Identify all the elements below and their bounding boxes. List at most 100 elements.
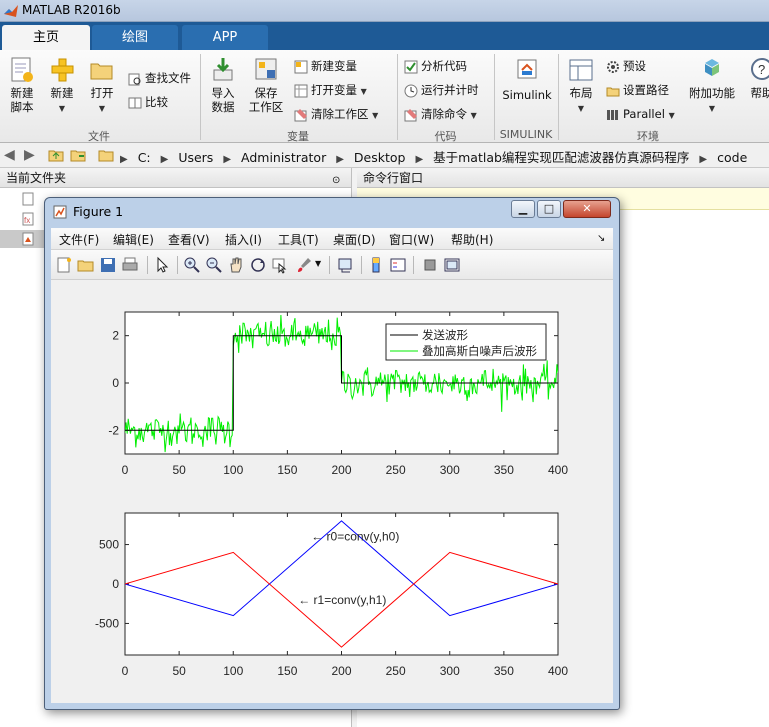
clear-commands-button[interactable]: 清除命令 ▼: [404, 104, 477, 124]
layout-button[interactable]: 布局 ▼: [564, 56, 598, 116]
zoom-out-icon[interactable]: [205, 256, 223, 274]
figure-window[interactable]: Figure 1 ▁ □ ✕ 文件(F) 编辑(E) 查看(V) 插入(I) 工…: [44, 197, 620, 710]
group-label-variable: 变量: [287, 130, 309, 143]
simulink-icon: [517, 59, 537, 79]
import-data-label: 导入 数据: [211, 86, 235, 114]
tab-plots[interactable]: 绘图: [92, 25, 178, 50]
breadcrumb-item[interactable]: Users: [178, 150, 213, 165]
m-file-icon: fx: [22, 212, 34, 226]
add-ons-label: 附加功能: [689, 86, 735, 100]
menu-insert[interactable]: 插入(I): [225, 231, 262, 248]
save-icon[interactable]: [99, 256, 117, 274]
zoom-in-icon[interactable]: [183, 256, 201, 274]
breadcrumb-item[interactable]: Desktop: [354, 150, 406, 165]
breadcrumb-item[interactable]: Administrator: [241, 150, 326, 165]
find-files-button[interactable]: 查找文件: [128, 68, 191, 88]
close-button[interactable]: ✕: [563, 200, 611, 218]
menu-view[interactable]: 查看(V): [168, 231, 210, 248]
help-button[interactable]: ? 帮助: [748, 56, 769, 100]
forward-arrow-icon[interactable]: ▶: [24, 147, 35, 163]
chevron-down-icon[interactable]: ▼: [315, 259, 321, 268]
layout-icon: [569, 59, 593, 81]
fig-file-icon: [22, 232, 34, 246]
new-figure-icon[interactable]: [55, 256, 73, 274]
add-ons-button[interactable]: 附加功能 ▼: [686, 56, 738, 116]
set-path-button[interactable]: 设置路径: [606, 80, 669, 100]
clear-workspace-button[interactable]: 清除工作区 ▼: [294, 104, 378, 124]
hide-plot-tools-icon[interactable]: [421, 256, 439, 274]
breadcrumb-separator-icon: ▶: [223, 154, 232, 165]
x-tick-label: 150: [277, 664, 297, 678]
open-variable-button[interactable]: 打开变量 ▼: [294, 80, 367, 100]
x-tick-label: 100: [223, 463, 243, 477]
colorbar-icon[interactable]: [367, 256, 385, 274]
print-icon[interactable]: [121, 256, 139, 274]
y-tick-label: 0: [112, 376, 119, 390]
tab-apps[interactable]: APP: [182, 25, 268, 50]
current-folder-header: 当前文件夹 ⊙: [0, 168, 351, 188]
back-arrow-icon[interactable]: ◀: [4, 147, 15, 163]
chevron-down-icon: ▼: [668, 111, 675, 120]
panel-menu-icon[interactable]: ⊙: [332, 171, 340, 191]
pointer-icon[interactable]: [153, 256, 171, 274]
gear-icon: [607, 60, 619, 73]
parallel-button[interactable]: Parallel ▼: [606, 104, 675, 124]
analyze-code-button[interactable]: 分析代码: [404, 56, 467, 76]
new-script-button[interactable]: 新建 脚本: [4, 56, 40, 114]
simulink-label: Simulink: [502, 88, 552, 102]
menu-tools[interactable]: 工具(T): [278, 231, 319, 248]
new-variable-button[interactable]: 新建变量: [294, 56, 357, 76]
rotate-3d-icon[interactable]: [249, 256, 267, 274]
compare-button[interactable]: 比较: [128, 92, 168, 112]
menu-file[interactable]: 文件(F): [59, 231, 99, 248]
plots-svg: 0 50 100 150 200 250 300 350 400 -2 0 2 发送波形叠加高斯白噪声后…: [95, 311, 568, 678]
tab-home[interactable]: 主页: [2, 25, 90, 50]
open-button[interactable]: 打开 ▼: [86, 56, 118, 116]
minimize-button[interactable]: ▁: [511, 200, 535, 218]
menu-desktop[interactable]: 桌面(D): [333, 231, 376, 248]
breadcrumb-item[interactable]: C:: [138, 150, 151, 165]
new-script-label: 新建 脚本: [10, 86, 34, 114]
clear-commands-label: 清除命令: [421, 107, 467, 121]
up-folder-icon[interactable]: [48, 148, 64, 162]
legend-icon[interactable]: [389, 256, 407, 274]
y-tick-label: 0: [112, 577, 119, 591]
link-plot-icon[interactable]: [337, 256, 355, 274]
command-window-title: 命令行窗口: [363, 171, 424, 185]
find-files-label: 查找文件: [145, 71, 191, 85]
import-data-button[interactable]: 导入 数据: [206, 56, 240, 114]
simulink-button[interactable]: Simulink: [502, 56, 552, 102]
browse-folder-icon[interactable]: [70, 148, 86, 162]
breadcrumb-separator-icon: ▶: [699, 154, 708, 165]
breadcrumb-item[interactable]: 基于matlab编程实现匹配滤波器仿真源码程序: [433, 150, 689, 165]
pan-hand-icon[interactable]: [227, 256, 245, 274]
open-label: 打开: [90, 86, 114, 100]
import-data-icon: [213, 58, 233, 81]
figure-toolbar: ▼: [51, 250, 613, 280]
menu-window[interactable]: 窗口(W): [389, 231, 434, 248]
data-cursor-icon[interactable]: [271, 256, 289, 274]
menu-edit[interactable]: 编辑(E): [113, 231, 154, 248]
menu-help[interactable]: 帮助(H): [451, 231, 493, 248]
axes-2: 0 50 100 150 200 250 300 350 400 -500 0 500 ← r0=con…: [95, 512, 568, 678]
show-plot-tools-icon[interactable]: [443, 256, 461, 274]
maximize-button[interactable]: □: [537, 200, 561, 218]
folder-icon: [98, 150, 114, 162]
open-variable-label: 打开变量: [311, 83, 357, 97]
run-and-time-button[interactable]: 运行并计时: [404, 80, 479, 100]
app-title: MATLAB R2016b: [22, 3, 121, 17]
breadcrumb-separator-icon: ▶: [120, 154, 128, 165]
dock-arrow-icon[interactable]: ↘: [597, 233, 605, 244]
preferences-button[interactable]: 预设: [606, 56, 646, 76]
analyze-code-label: 分析代码: [421, 59, 467, 73]
file-icon: [22, 192, 34, 206]
figure-menu-bar: 文件(F) 编辑(E) 查看(V) 插入(I) 工具(T) 桌面(D) 窗口(W…: [51, 228, 613, 250]
breadcrumb-item[interactable]: code: [717, 150, 747, 165]
open-file-icon[interactable]: [77, 256, 95, 274]
new-button[interactable]: 新建 ▼: [46, 56, 78, 116]
save-workspace-button[interactable]: 保存 工作区: [246, 56, 286, 114]
brush-icon[interactable]: [295, 256, 313, 274]
parallel-icon: [607, 109, 618, 120]
save-workspace-icon: [255, 58, 277, 80]
svg-text:?: ?: [758, 62, 765, 77]
